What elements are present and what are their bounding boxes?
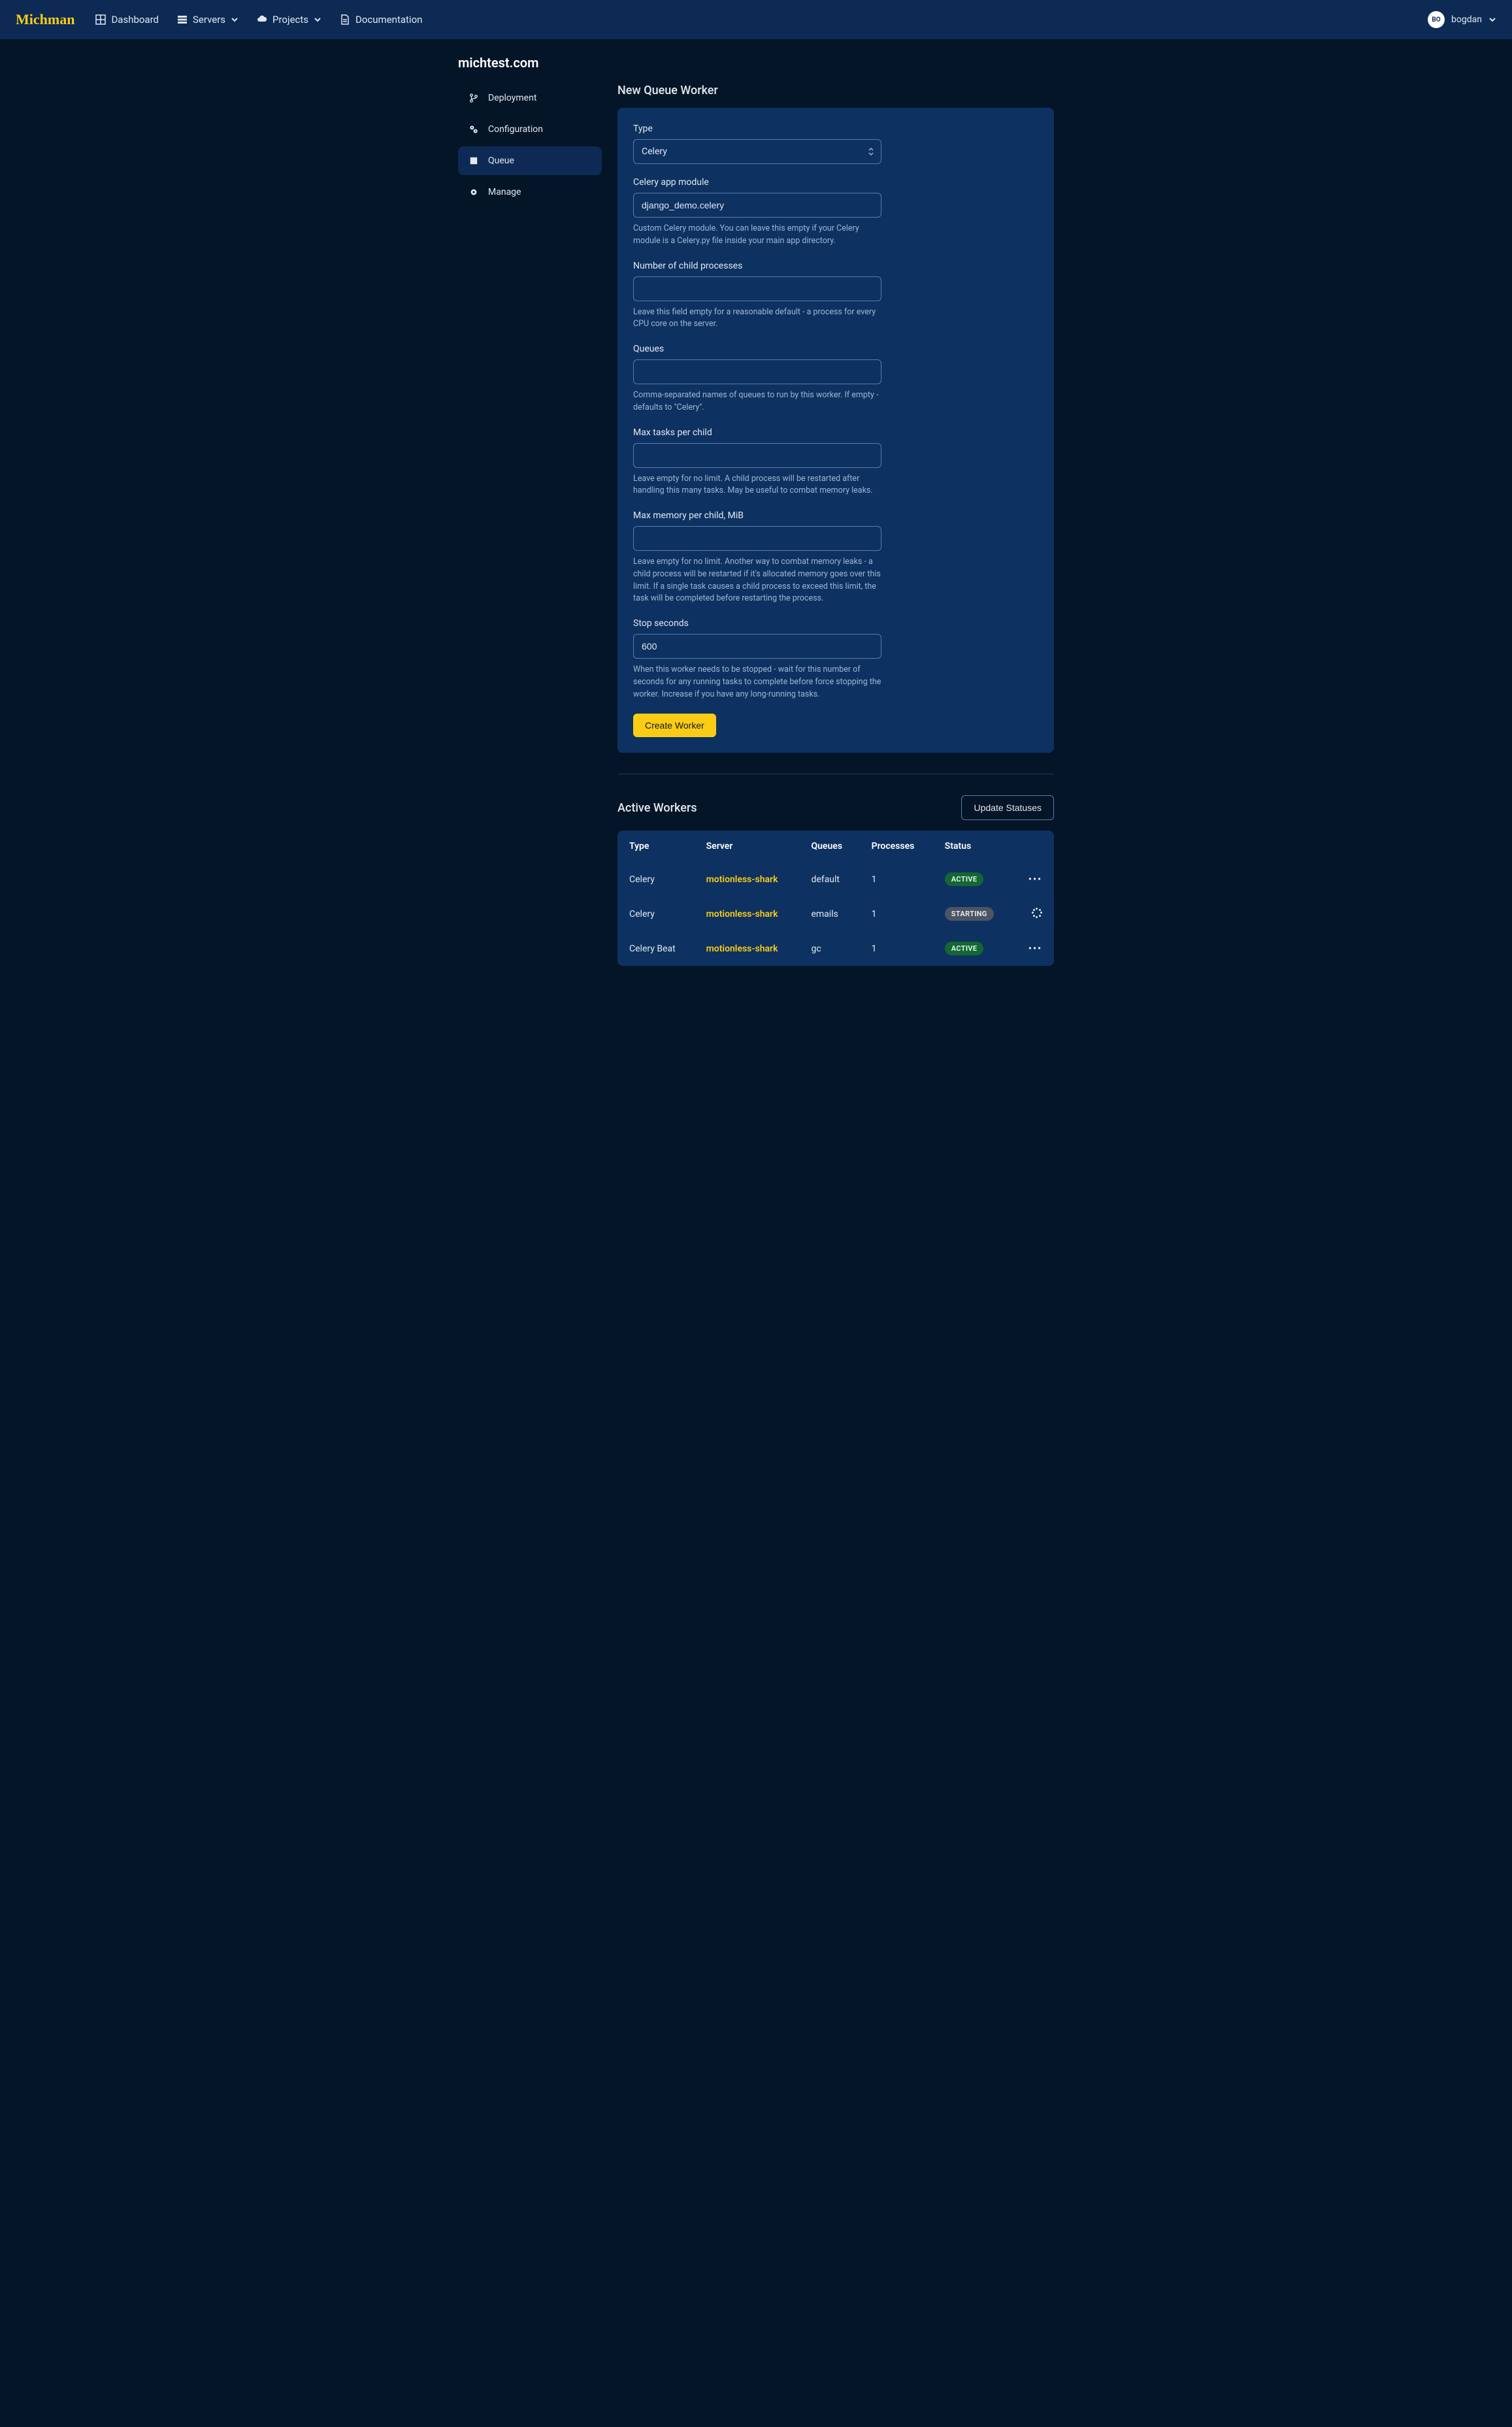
nav-label: Projects — [272, 14, 308, 25]
sidebar-item-label: Queue — [488, 156, 514, 166]
type-select[interactable]: Celery — [633, 139, 881, 164]
table-row: Celery motionless-shark emails1 STARTING — [617, 897, 1054, 931]
cell-type: Celery Beat — [617, 931, 695, 966]
sidebar-item-configuration[interactable]: Configuration — [458, 115, 602, 144]
branch-icon — [468, 93, 479, 103]
sidebar-item-label: Deployment — [488, 93, 536, 103]
cloud-icon — [257, 14, 267, 25]
sidebar-item-label: Configuration — [488, 124, 543, 135]
section-title-new-worker: New Queue Worker — [617, 84, 1054, 97]
sidebar-item-deployment[interactable]: Deployment — [458, 84, 602, 112]
new-worker-form: Type Celery Celery app module Custom Cel… — [617, 108, 1054, 753]
stop-seconds-input[interactable] — [633, 634, 881, 659]
cell-type: Celery — [617, 897, 695, 931]
stop-seconds-help: When this worker needs to be stopped - w… — [633, 664, 881, 701]
queues-label: Queues — [633, 344, 881, 354]
server-icon — [177, 14, 188, 25]
server-link[interactable]: motionless-shark — [706, 874, 778, 885]
nav-label: Documentation — [355, 14, 422, 25]
type-label: Type — [633, 124, 881, 134]
more-actions-icon[interactable]: ••• — [1028, 944, 1042, 954]
sidebar-item-manage[interactable]: Manage — [458, 178, 602, 206]
table-row: Celery Beat motionless-shark gc1 ACTIVE ••• — [617, 931, 1054, 966]
document-icon — [340, 14, 350, 25]
maxmem-help: Leave empty for no limit. Another way to… — [633, 556, 881, 605]
table-row: Celery motionless-shark default1 ACTIVE ••• — [617, 862, 1054, 897]
nav-projects[interactable]: Projects — [257, 14, 321, 25]
queues-help: Comma-separated names of queues to run b… — [633, 389, 881, 414]
sidebar-item-label: Manage — [488, 187, 521, 197]
cell-queues: gc — [799, 931, 859, 966]
maxmem-input[interactable] — [633, 526, 881, 551]
cell-queues: default — [799, 862, 859, 897]
nav-label: Dashboard — [111, 14, 159, 25]
app-module-help: Custom Celery module. You can leave this… — [633, 223, 881, 248]
status-badge: STARTING — [945, 907, 994, 921]
col-processes: Processes — [860, 831, 933, 862]
maxtasks-label: Max tasks per child — [633, 427, 881, 438]
processes-help: Leave this field empty for a reasonable … — [633, 306, 881, 331]
chevron-down-icon — [231, 16, 238, 24]
stop-icon — [468, 156, 479, 166]
cell-processes: 1 — [860, 862, 933, 897]
nav-servers[interactable]: Servers — [177, 14, 238, 25]
col-queues: Queues — [799, 831, 859, 862]
app-module-label: Celery app module — [633, 177, 881, 188]
queues-input[interactable] — [633, 359, 881, 384]
section-title-active-workers: Active Workers — [617, 801, 697, 815]
maxtasks-help: Leave empty for no limit. A child proces… — [633, 473, 881, 498]
col-type: Type — [617, 831, 695, 862]
nav-label: Servers — [193, 14, 225, 25]
server-link[interactable]: motionless-shark — [706, 944, 778, 954]
stop-seconds-label: Stop seconds — [633, 618, 881, 629]
gear-icon — [468, 187, 479, 197]
grid-icon — [95, 14, 106, 25]
page-title: michtest.com — [458, 55, 1054, 71]
loading-spinner-icon — [1032, 908, 1042, 918]
nav-documentation[interactable]: Documentation — [340, 14, 422, 25]
avatar: BO — [1428, 11, 1445, 28]
more-actions-icon[interactable]: ••• — [1028, 874, 1042, 885]
status-badge: ACTIVE — [945, 872, 984, 886]
user-name: bogdan — [1451, 14, 1482, 25]
status-badge: ACTIVE — [945, 942, 984, 955]
server-link[interactable]: motionless-shark — [706, 909, 778, 919]
chevron-down-icon — [314, 16, 321, 24]
app-module-input[interactable] — [633, 193, 881, 218]
maxtasks-input[interactable] — [633, 443, 881, 468]
nav-dashboard[interactable]: Dashboard — [95, 14, 159, 25]
cell-queues: emails — [799, 897, 859, 931]
create-worker-button[interactable]: Create Worker — [633, 714, 716, 737]
processes-input[interactable] — [633, 276, 881, 301]
col-status: Status — [933, 831, 1013, 862]
gears-icon — [468, 124, 479, 135]
maxmem-label: Max memory per child, MiB — [633, 510, 881, 521]
cell-type: Celery — [617, 862, 695, 897]
brand-logo[interactable]: Michman — [16, 11, 74, 28]
col-server: Server — [695, 831, 800, 862]
processes-label: Number of child processes — [633, 261, 881, 271]
active-workers-table: Type Server Queues Processes Status Cele… — [617, 831, 1054, 966]
cell-processes: 1 — [860, 931, 933, 966]
update-statuses-button[interactable]: Update Statuses — [961, 795, 1054, 820]
cell-processes: 1 — [860, 897, 933, 931]
sidebar-item-queue[interactable]: Queue — [458, 146, 602, 175]
user-menu[interactable]: BO bogdan — [1428, 11, 1496, 28]
chevron-down-icon — [1488, 16, 1496, 24]
